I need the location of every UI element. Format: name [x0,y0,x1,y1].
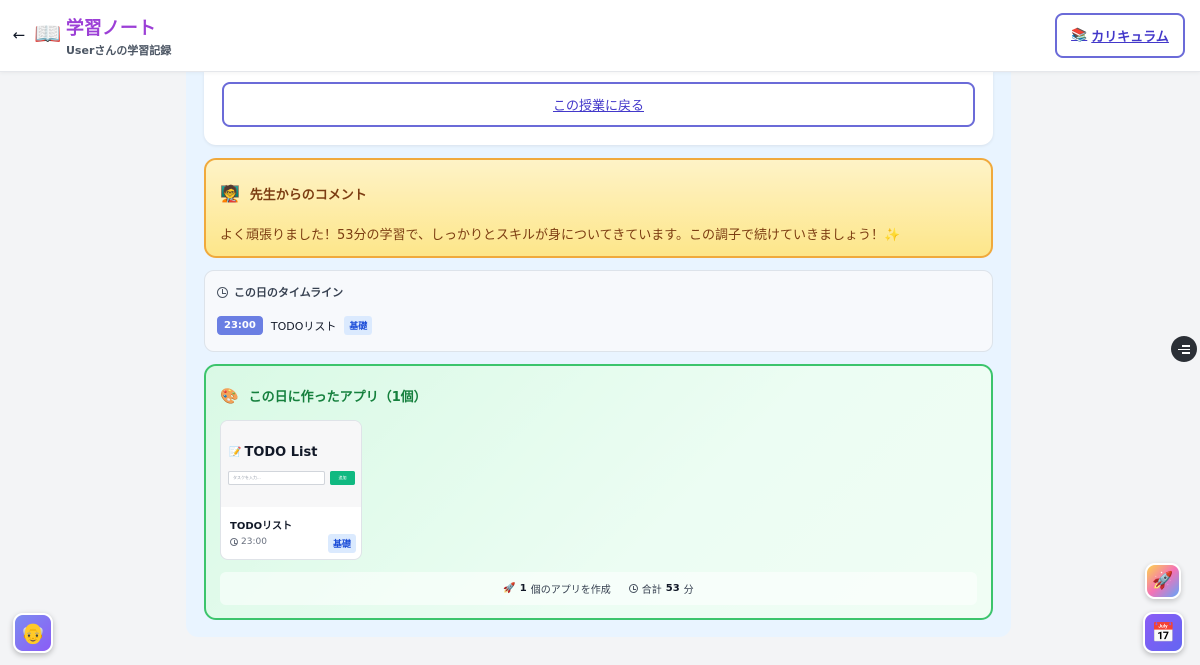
palette-icon: 🎨 [220,386,239,405]
apps-count-value: 1 [519,583,527,594]
preview-title: 📝 TODO List [229,445,317,460]
total-value: 53 [665,583,680,594]
top-bar: ← 📖 学習ノート Userさんの学習記録 📚 カリキュラム [0,0,1200,72]
main-content: この授業に戻る 🧑‍🏫 先生からのコメント よく頑張りました！53分の学習で、し… [186,72,1011,637]
timeline-heading: この日のタイムライン [217,284,343,300]
total-prefix: 合計 [641,585,662,596]
clock-icon [217,286,228,298]
timeline-item-name: TODOリスト [270,319,337,333]
apps-heading: 🎨 この日に作ったアプリ（1個） [220,386,427,406]
apps-count: 🚀 1 個のアプリを作成 [503,581,610,596]
comment-heading-label: 先生からのコメント [249,188,367,203]
memo-icon: 📝 [229,447,242,458]
app-time: 23:00 [230,537,267,547]
teacher-comment-card: 🧑‍🏫 先生からのコメント よく頑張りました！53分の学習で、しっかりとスキルが… [204,158,993,258]
apps-card: 🎨 この日に作ったアプリ（1個） 📝 TODO List タスクを入力... 追… [204,364,993,620]
book-icon: 📖 [34,22,62,47]
timeline-time: 23:00 [217,316,263,335]
rocket-button[interactable]: 🚀 [1145,563,1181,599]
clock-icon [628,584,638,593]
preview-add-button: 追加 [330,471,355,485]
preview-title-label: TODO List [244,445,318,460]
preview-task-input: タスクを入力... [228,471,325,485]
avatar-button[interactable]: 👴 [13,613,53,653]
side-panel-toggle-icon[interactable] [1171,336,1197,362]
level-badge: 基礎 [344,316,373,335]
timeline-item: 23:00 TODOリスト 基礎 [217,316,373,335]
page-subtitle: Userさんの学習記録 [66,44,172,57]
total-suffix: 分 [683,585,694,596]
comment-text: よく頑張りました！53分の学習で、しっかりとスキルが身についてきています。この調… [220,228,901,243]
back-lesson-card: この授業に戻る [204,72,993,145]
comment-heading: 🧑‍🏫 先生からのコメント [220,184,367,203]
total-time: 合計 53 分 [628,581,694,596]
app-tile[interactable]: 📝 TODO List タスクを入力... 追加 TODOリスト 23:00 基… [220,420,362,560]
timeline-card: この日のタイムライン 23:00 TODOリスト 基礎 [204,270,993,352]
page-title: 学習ノート [66,18,156,39]
app-name: TODOリスト [230,521,293,532]
timeline-heading-label: この日のタイムライン [234,286,344,299]
app-time-label: 23:00 [241,537,267,547]
app-preview: 📝 TODO List タスクを入力... 追加 [221,421,361,507]
back-to-lesson-button[interactable]: この授業に戻る [222,82,975,127]
back-arrow-icon[interactable]: ← [10,26,28,44]
rocket-icon: 🚀 [503,583,516,594]
books-icon: 📚 [1071,28,1088,43]
apps-count-suffix: 個のアプリを作成 [530,585,611,596]
clock-icon [230,538,238,546]
level-badge: 基礎 [328,534,357,553]
apps-heading-label: この日に作ったアプリ（1個） [248,390,427,405]
apps-summary: 🚀 1 個のアプリを作成 合計 53 分 [220,572,977,605]
calendar-button[interactable]: 📅 [1143,612,1184,653]
teacher-icon: 🧑‍🏫 [220,184,240,203]
curriculum-button[interactable]: 📚 カリキュラム [1055,13,1185,58]
curriculum-label: カリキュラム [1091,30,1169,45]
